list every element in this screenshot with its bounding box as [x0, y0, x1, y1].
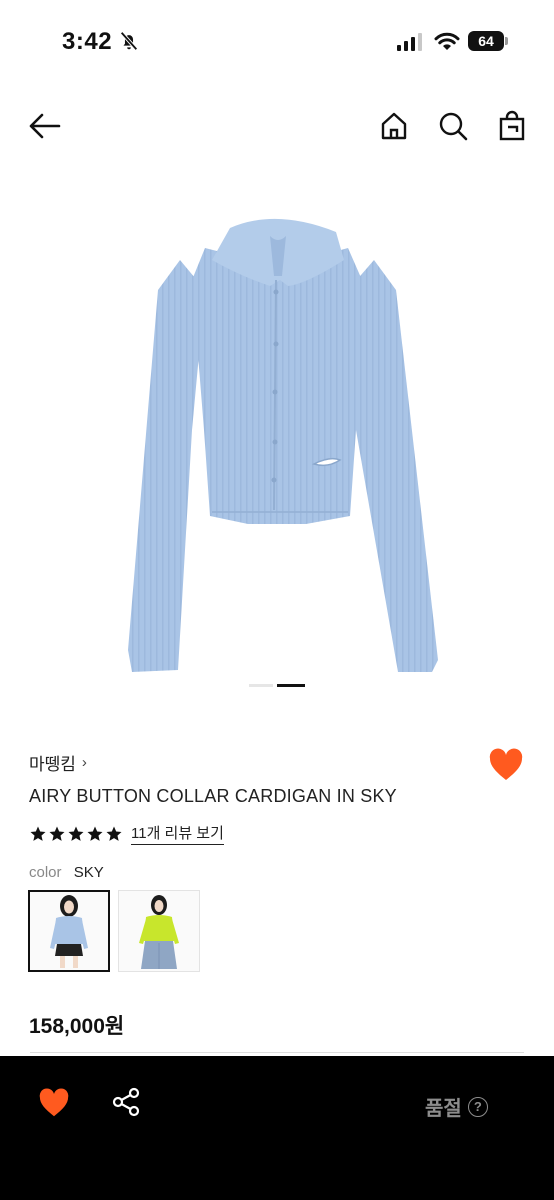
sold-out-label: 품절 — [425, 1098, 462, 1120]
back-button[interactable] — [26, 108, 62, 144]
reviews-link[interactable]: 11개 리뷰 보기 — [131, 822, 224, 845]
star-icon — [30, 826, 46, 841]
star-icon — [106, 826, 122, 841]
carousel-indicator-1[interactable] — [249, 684, 273, 687]
battery-icon: 64 — [468, 31, 508, 51]
product-price: 158,000원 — [29, 1015, 125, 1038]
heart-icon — [489, 748, 523, 780]
color-value: SKY — [73, 864, 104, 881]
bottom-like-button[interactable] — [38, 1088, 70, 1118]
cellular-signal-icon — [397, 33, 422, 51]
model-thumbnail — [119, 891, 199, 971]
battery-level: 64 — [468, 31, 504, 51]
bottom-action-bar: 품절 ? — [0, 1056, 554, 1200]
shopping-bag-icon — [499, 110, 525, 141]
star-icon — [87, 826, 103, 841]
wifi-icon — [434, 32, 460, 50]
star-icon — [68, 826, 84, 841]
status-time: 3:42 — [62, 28, 113, 55]
home-button[interactable] — [376, 108, 412, 144]
rating-row: 11개 리뷰 보기 — [29, 822, 224, 845]
color-label: color — [29, 864, 62, 881]
top-navigation — [0, 100, 554, 152]
carousel-indicator-2[interactable] — [277, 684, 305, 687]
search-button[interactable] — [435, 108, 471, 144]
star-icon — [49, 826, 65, 841]
question-circle-icon[interactable]: ? — [467, 1096, 488, 1117]
color-row: color SKY — [29, 864, 104, 881]
product-name: AIRY BUTTON COLLAR CARDIGAN IN SKY — [29, 786, 397, 806]
home-icon — [381, 112, 407, 140]
color-option-lime[interactable] — [118, 890, 200, 972]
color-option-sky[interactable] — [28, 890, 110, 972]
cart-button[interactable] — [494, 108, 530, 144]
rating-stars — [29, 825, 123, 843]
divider — [30, 1052, 524, 1053]
brand-name: 마뗑킴 — [29, 755, 76, 774]
product-image[interactable] — [0, 180, 554, 700]
share-button[interactable] — [110, 1086, 142, 1118]
status-bar: 3:42 64 — [0, 0, 554, 84]
model-thumbnail — [30, 892, 108, 970]
like-button[interactable] — [488, 748, 524, 782]
search-icon — [439, 112, 468, 141]
chevron-right-icon: › — [81, 754, 87, 771]
share-icon — [112, 1087, 140, 1117]
sold-out-status: 품절 ? — [425, 1092, 488, 1121]
arrow-left-icon — [29, 113, 61, 139]
bell-off-icon — [120, 31, 138, 51]
brand-link[interactable]: 마뗑킴 › — [29, 750, 87, 775]
heart-icon — [39, 1088, 69, 1117]
